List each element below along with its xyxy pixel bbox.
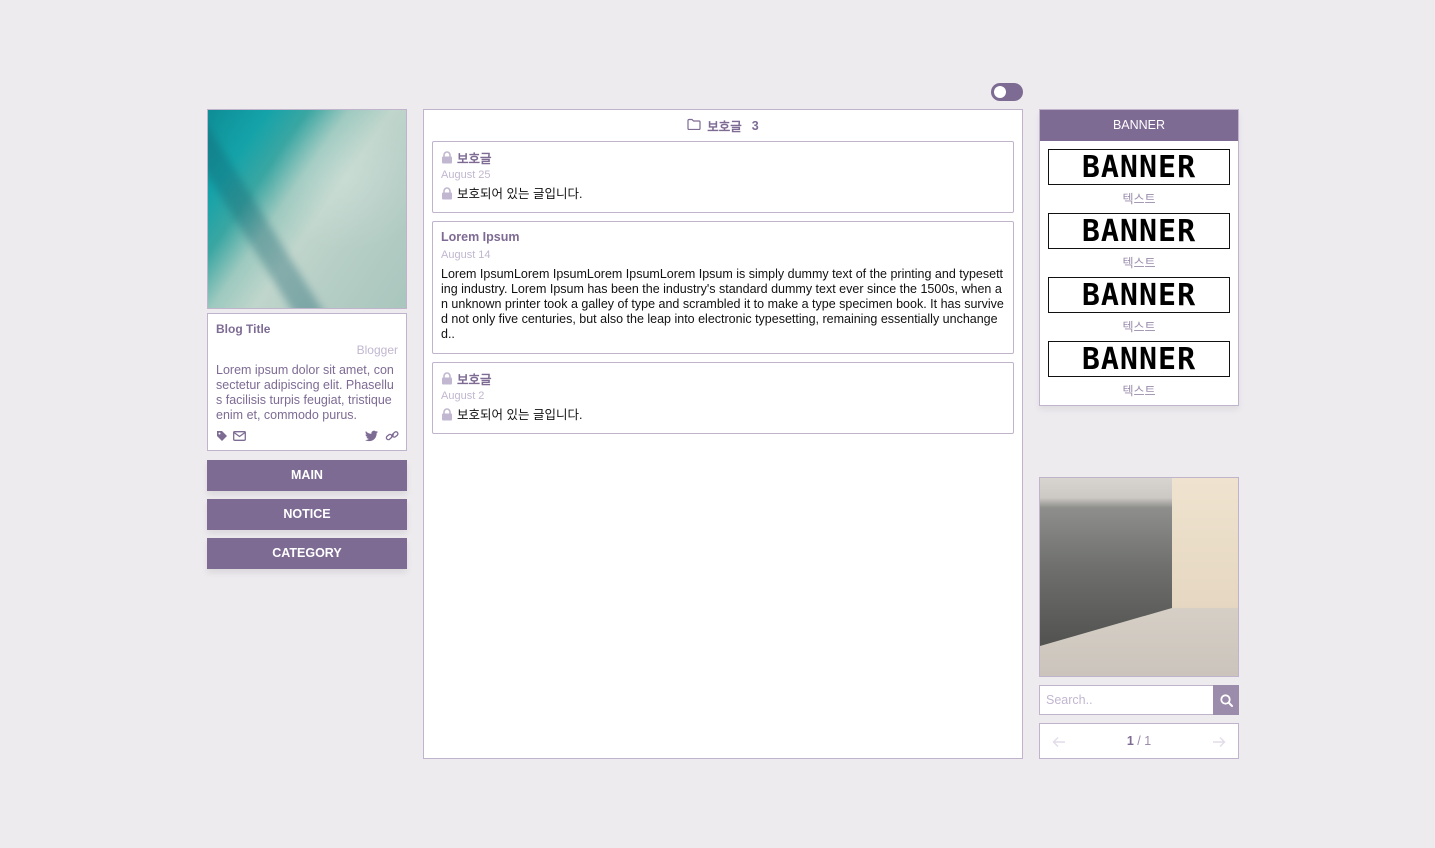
lock-icon bbox=[442, 150, 452, 163]
category-header: 보호글 3 bbox=[424, 110, 1022, 141]
post-title[interactable]: 보호글 bbox=[457, 369, 492, 388]
main-content: 보호글 3 보호글 August 25 보호되어 있는 글입니다. Lorem … bbox=[423, 109, 1023, 759]
post-date: August 2 bbox=[441, 390, 485, 402]
tag-icon[interactable] bbox=[216, 429, 229, 441]
banner-caption: 텍스트 bbox=[1122, 384, 1156, 398]
banner-image[interactable]: BANNER bbox=[1048, 341, 1230, 377]
search-input[interactable] bbox=[1039, 685, 1213, 715]
post-item[interactable]: 보호글 August 2 보호되어 있는 글입니다. bbox=[432, 362, 1014, 434]
total-pages: 1 bbox=[1144, 734, 1152, 748]
category-label: 보호글 bbox=[707, 120, 742, 134]
post-item[interactable]: 보호글 August 25 보호되어 있는 글입니다. bbox=[432, 141, 1014, 213]
theme-toggle[interactable] bbox=[991, 83, 1023, 101]
banner-item[interactable]: BANNER 텍스트 bbox=[1048, 149, 1230, 207]
arrow-left-icon[interactable] bbox=[1052, 735, 1066, 747]
banner-item[interactable]: BANNER 텍스트 bbox=[1048, 341, 1230, 399]
sidebar-left: Blog Title Blogger Lorem ipsum dolor sit… bbox=[207, 109, 407, 569]
post-date: August 25 bbox=[441, 169, 491, 181]
blog-title[interactable]: Blog Title bbox=[216, 322, 398, 336]
pagination: 1 / 1 bbox=[1039, 723, 1239, 759]
banner-caption: 텍스트 bbox=[1122, 256, 1156, 270]
nav-notice-button[interactable]: NOTICE bbox=[207, 499, 407, 530]
post-excerpt: Lorem IpsumLorem IpsumLorem IpsumLorem I… bbox=[441, 267, 1004, 341]
lock-icon bbox=[442, 187, 452, 200]
lock-icon bbox=[442, 371, 452, 384]
nav-main-button[interactable]: MAIN bbox=[207, 460, 407, 491]
post-item[interactable]: Lorem Ipsum August 14 Lorem IpsumLorem I… bbox=[432, 221, 1014, 354]
profile-image bbox=[207, 109, 407, 309]
banner-caption: 텍스트 bbox=[1122, 320, 1156, 334]
arrow-right-icon[interactable] bbox=[1212, 735, 1226, 747]
envelope-icon[interactable] bbox=[233, 429, 246, 441]
current-page: 1 bbox=[1126, 734, 1134, 748]
banner-image[interactable]: BANNER bbox=[1048, 149, 1230, 185]
banner-caption: 텍스트 bbox=[1122, 192, 1156, 206]
search-button[interactable] bbox=[1213, 685, 1239, 715]
sidebar-photo bbox=[1039, 477, 1239, 677]
post-excerpt: 보호되어 있는 글입니다. bbox=[457, 187, 583, 201]
banner-item[interactable]: BANNER 텍스트 bbox=[1048, 213, 1230, 271]
blogger-name: Blogger bbox=[356, 343, 398, 357]
post-date: August 14 bbox=[441, 249, 491, 261]
blog-description: Lorem ipsum dolor sit amet, consectetur … bbox=[216, 363, 394, 422]
banner-widget: BANNER BANNER 텍스트 BANNER 텍스트 BANNER 텍스트 … bbox=[1039, 109, 1239, 406]
banner-image[interactable]: BANNER bbox=[1048, 277, 1230, 313]
twitter-icon[interactable] bbox=[365, 429, 378, 442]
post-title[interactable]: 보호글 bbox=[457, 148, 492, 167]
banner-image[interactable]: BANNER bbox=[1048, 213, 1230, 249]
profile-icon-row bbox=[216, 429, 399, 442]
banner-header: BANNER bbox=[1040, 110, 1238, 141]
link-icon[interactable] bbox=[385, 429, 399, 441]
banner-item[interactable]: BANNER 텍스트 bbox=[1048, 277, 1230, 335]
page-separator: / bbox=[1133, 734, 1145, 748]
lock-icon bbox=[442, 408, 452, 421]
post-excerpt: 보호되어 있는 글입니다. bbox=[457, 408, 583, 422]
profile-card: Blog Title Blogger Lorem ipsum dolor sit… bbox=[207, 313, 407, 451]
search-bar bbox=[1039, 685, 1239, 715]
nav-category-button[interactable]: CATEGORY bbox=[207, 538, 407, 569]
post-title[interactable]: Lorem Ipsum bbox=[441, 230, 520, 244]
toggle-knob bbox=[994, 86, 1006, 98]
folder-icon bbox=[687, 118, 701, 133]
search-icon bbox=[1219, 693, 1233, 707]
category-count: 3 bbox=[751, 118, 759, 133]
